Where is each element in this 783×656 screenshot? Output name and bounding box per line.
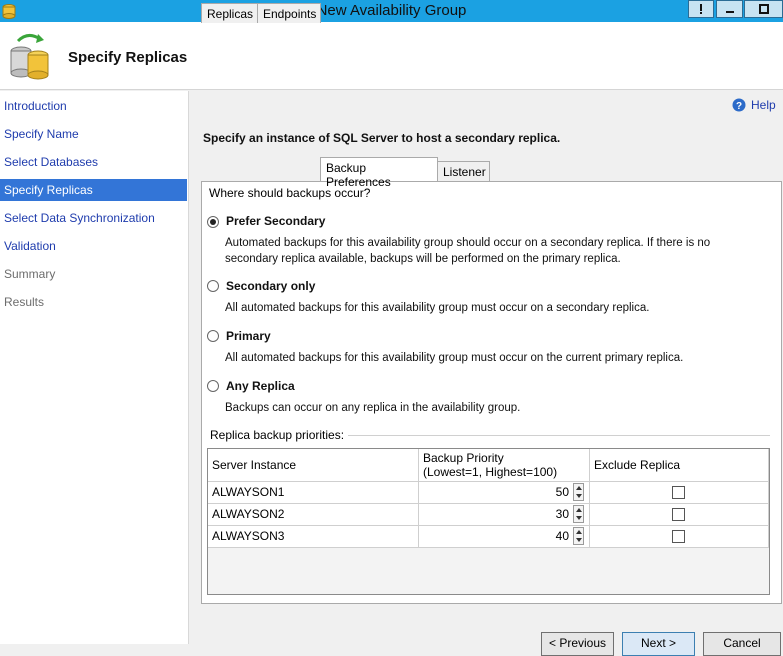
exclude-checkbox[interactable] (672, 486, 685, 499)
previous-button[interactable]: < Previous (541, 632, 614, 656)
column-header-exclude-replica: Exclude Replica (590, 449, 769, 482)
column-header-server-instance: Server Instance (208, 449, 419, 482)
prefer-secondary-desc-line2: secondary replica available, backups wil… (225, 253, 621, 265)
any-replica-label[interactable]: Any Replica (226, 379, 295, 393)
nav-item-introduction[interactable]: Introduction (0, 95, 187, 117)
any-replica-desc: Backups can occur on any replica in the … (225, 402, 521, 414)
table-cell-exclude (590, 526, 769, 548)
window-title: New Availability Group (316, 2, 467, 19)
tab-backup-preferences[interactable]: Backup Preferences (320, 157, 438, 189)
priority-spinner[interactable] (573, 505, 584, 523)
radio-secondary-only[interactable] (207, 280, 219, 292)
table-cell-exclude (590, 504, 769, 526)
priority-spinner[interactable] (573, 483, 584, 501)
table-cell-priority[interactable]: 50 (419, 482, 590, 504)
column-header-priority-line2: (Lowest=1, Highest=100) (423, 465, 558, 479)
exclude-checkbox[interactable] (672, 508, 685, 521)
secondary-only-desc: All automated backups for this availabil… (225, 302, 650, 314)
tab-backup-preferences-label: Backup Preferences (326, 161, 391, 189)
priority-spinner[interactable] (573, 527, 584, 545)
help-icon: ? (732, 98, 746, 112)
exclude-checkbox[interactable] (672, 530, 685, 543)
cancel-button[interactable]: Cancel (703, 632, 781, 656)
next-button[interactable]: Next > (622, 632, 695, 656)
nav-item-validation[interactable]: Validation (0, 235, 187, 257)
priority-value[interactable]: 30 (556, 507, 569, 521)
nav-divider (188, 91, 189, 644)
column-header-backup-priority: Backup Priority (Lowest=1, Highest=100) (419, 449, 590, 482)
tab-listener[interactable]: Listener (437, 161, 490, 181)
secondary-only-label[interactable]: Secondary only (226, 279, 315, 293)
prefer-secondary-desc-line1: Automated backups for this availability … (225, 237, 711, 249)
nav-item-summary: Summary (4, 267, 56, 281)
priority-value[interactable]: 50 (556, 485, 569, 499)
table-cell-server: ALWAYSON1 (208, 482, 419, 504)
radio-any-replica[interactable] (207, 380, 219, 392)
svg-text:?: ? (736, 101, 742, 112)
wizard-header: Specify Replicas (0, 22, 783, 90)
tab-endpoints[interactable]: Endpoints (257, 3, 321, 23)
priority-value[interactable]: 40 (556, 529, 569, 543)
tab-replicas[interactable]: Replicas (201, 3, 258, 23)
page-title: Specify Replicas (68, 49, 188, 66)
tab-listener-label: Listener (443, 165, 486, 179)
minimize-icon (725, 11, 734, 13)
help-link[interactable]: ? Help (732, 98, 776, 112)
replica-priorities-label: Replica backup priorities: (210, 428, 345, 442)
table-cell-priority[interactable]: 40 (419, 526, 590, 548)
radio-prefer-secondary[interactable] (207, 216, 219, 228)
help-icon (700, 4, 702, 14)
table-cell-exclude (590, 482, 769, 504)
table-cell-priority[interactable]: 30 (419, 504, 590, 526)
nav-item-select-databases[interactable]: Select Databases (0, 151, 187, 173)
nav-item-results: Results (4, 295, 45, 309)
radio-primary[interactable] (207, 330, 219, 342)
primary-label[interactable]: Primary (226, 329, 271, 343)
minimize-button[interactable] (716, 0, 743, 18)
table-cell-server: ALWAYSON3 (208, 526, 419, 548)
primary-desc: All automated backups for this availabil… (225, 352, 684, 364)
help-label: Help (751, 98, 776, 112)
window-help-button[interactable] (688, 0, 714, 18)
nav-item-specify-name[interactable]: Specify Name (0, 123, 187, 145)
wizard-nav (0, 91, 188, 644)
table-cell-server: ALWAYSON2 (208, 504, 419, 526)
tab-endpoints-label: Endpoints (263, 7, 317, 21)
maximize-icon (758, 4, 769, 14)
tab-replicas-label: Replicas (207, 7, 254, 21)
nav-item-select-data-synchronization[interactable]: Select Data Synchronization (0, 207, 187, 229)
maximize-button[interactable] (744, 0, 783, 18)
database-sync-icon (10, 34, 49, 80)
group-divider (348, 435, 770, 436)
prefer-secondary-label[interactable]: Prefer Secondary (226, 214, 325, 228)
column-header-priority-line1: Backup Priority (423, 451, 504, 465)
title-bar: New Availability Group (0, 0, 783, 22)
nav-item-specify-replicas[interactable]: Specify Replicas (0, 179, 187, 201)
instruction-text: Specify an instance of SQL Server to hos… (203, 131, 561, 145)
